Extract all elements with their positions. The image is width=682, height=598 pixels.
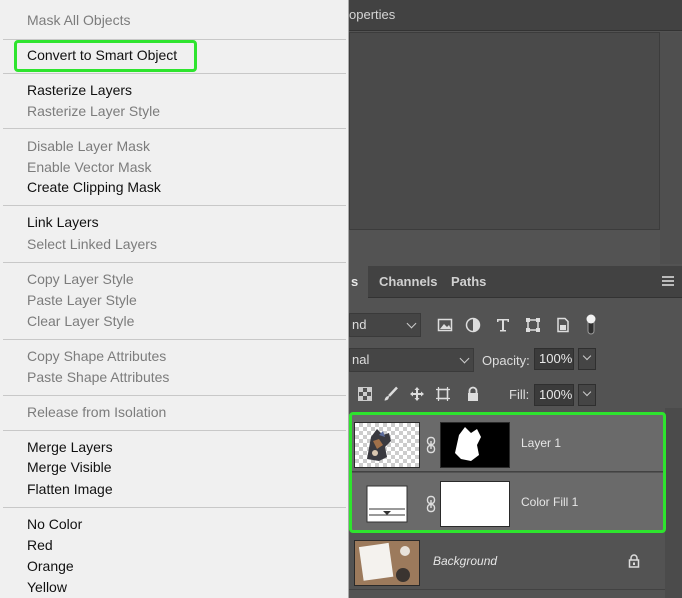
opacity-dropdown-button[interactable]	[578, 348, 596, 370]
image-filter-icon[interactable]	[437, 317, 453, 333]
lock-position-icon[interactable]	[409, 386, 425, 402]
menu-item-clear-layer-style[interactable]: Clear Layer Style	[27, 312, 134, 330]
menu-item-flatten-image[interactable]: Flatten Image	[27, 480, 113, 498]
menu-separator	[3, 395, 346, 396]
tab-layers[interactable]: s	[349, 266, 368, 298]
blend-mode-value: nal	[352, 352, 370, 367]
tab-channels[interactable]: Channels	[369, 266, 439, 298]
lock-all-icon[interactable]	[465, 386, 481, 402]
selected-layers-highlight	[349, 412, 666, 533]
menu-separator	[3, 507, 346, 508]
panel-gap	[349, 230, 660, 266]
layers-scrollbar[interactable]	[665, 408, 682, 598]
layer-filter-row: nd	[349, 309, 682, 341]
properties-panel-title: operties	[349, 7, 396, 22]
menu-item-copy-layer-style[interactable]: Copy Layer Style	[27, 270, 134, 288]
blend-opacity-row: nal Opacity: 100%	[349, 346, 682, 374]
layer-name: Background	[433, 554, 498, 568]
properties-panel-header	[349, 0, 682, 31]
shape-filter-icon[interactable]	[525, 317, 541, 333]
panel-menu-icon[interactable]	[662, 276, 674, 286]
menu-item-rasterize-layers[interactable]: Rasterize Layers	[27, 81, 132, 99]
layer-row-background[interactable]: Background	[349, 532, 665, 590]
menu-item-merge-layers[interactable]: Merge Layers	[27, 438, 113, 456]
blend-mode-select[interactable]: nal	[349, 348, 474, 372]
menu-separator	[3, 262, 346, 263]
menu-separator	[3, 430, 346, 431]
opacity-label: Opacity:	[482, 353, 530, 368]
background-thumbnail	[354, 540, 420, 586]
chevron-down-icon	[459, 353, 470, 364]
menu-item-rasterize-layer-style[interactable]: Rasterize Layer Style	[27, 102, 160, 120]
menu-item-orange[interactable]: Orange	[27, 557, 74, 575]
menu-item-merge-visible[interactable]: Merge Visible	[27, 458, 112, 476]
layer-context-menu: Mask All Objects Convert to Smart Object…	[0, 0, 349, 598]
menu-item-paste-shape-attributes[interactable]: Paste Shape Attributes	[27, 368, 169, 386]
smart-object-filter-icon[interactable]	[555, 317, 571, 333]
fill-dropdown-button[interactable]	[578, 384, 596, 406]
menu-item-release-from-isolation[interactable]: Release from Isolation	[27, 403, 166, 421]
menu-item-enable-vector-mask[interactable]: Enable Vector Mask	[27, 158, 152, 176]
adjustment-filter-icon[interactable]	[465, 317, 481, 333]
tab-paths[interactable]: Paths	[441, 266, 493, 298]
menu-item-paste-layer-style[interactable]: Paste Layer Style	[27, 291, 137, 309]
layer-lock-icon	[628, 554, 640, 568]
filter-kind-select[interactable]: nd	[349, 313, 421, 337]
filter-kind-value: nd	[352, 317, 367, 332]
menu-item-no-color[interactable]: No Color	[27, 515, 82, 533]
chevron-down-icon	[582, 387, 592, 397]
lock-fill-row: Fill: 100%	[349, 378, 682, 408]
lock-image-icon[interactable]	[383, 386, 399, 402]
menu-item-yellow[interactable]: Yellow	[27, 578, 67, 596]
lock-artboard-icon[interactable]	[435, 386, 451, 402]
background-image-thumbnail	[355, 541, 419, 585]
menu-item-mask-all-objects[interactable]: Mask All Objects	[27, 11, 130, 29]
lock-transparent-icon[interactable]	[357, 386, 373, 402]
layers-panel-tabs: s Channels Paths	[349, 266, 682, 298]
menu-separator	[3, 205, 346, 206]
opacity-input[interactable]: 100%	[534, 348, 574, 370]
convert-to-smart-object-highlight	[14, 40, 197, 72]
chevron-down-icon	[582, 351, 592, 361]
menu-item-copy-shape-attributes[interactable]: Copy Shape Attributes	[27, 347, 166, 365]
properties-scrollbar[interactable]	[660, 32, 682, 264]
fill-label: Fill:	[509, 387, 530, 402]
menu-item-select-linked-layers[interactable]: Select Linked Layers	[27, 235, 157, 253]
menu-separator	[3, 73, 346, 74]
chevron-down-icon	[406, 318, 417, 329]
menu-separator	[3, 128, 346, 129]
menu-separator	[3, 339, 346, 340]
type-filter-icon[interactable]	[495, 317, 511, 333]
menu-item-disable-layer-mask[interactable]: Disable Layer Mask	[27, 137, 150, 155]
filter-toggle-icon[interactable]	[585, 312, 597, 336]
properties-panel-body	[349, 32, 660, 230]
fill-input[interactable]: 100%	[534, 384, 574, 406]
menu-item-link-layers[interactable]: Link Layers	[27, 213, 99, 231]
menu-item-red[interactable]: Red	[27, 536, 53, 554]
menu-item-create-clipping-mask[interactable]: Create Clipping Mask	[27, 178, 161, 196]
